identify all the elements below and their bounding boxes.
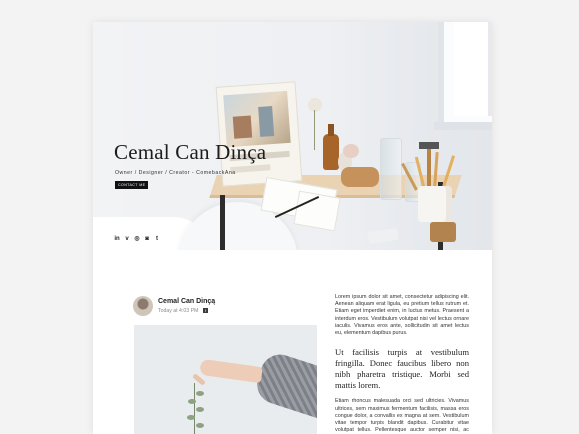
facebook-icon: f	[203, 308, 208, 313]
post-paragraph-1: Lorem ipsum dolor sit amet, consectetur …	[335, 294, 469, 337]
post-pullquote: Ut facilisis turpis at vestibulum fringi…	[335, 347, 469, 390]
glass-jar-image	[380, 138, 402, 200]
page-title: Cemal Can Dinça	[114, 140, 267, 164]
post-section: Cemal Can Dinçą Today at 4:03 PM f Lorem…	[93, 250, 492, 434]
linkedin-icon[interactable]: in	[114, 236, 120, 242]
contact-button[interactable]: CONTACT ME	[115, 181, 149, 189]
post-author: Cemal Can Dinçą Today at 4:03 PM f	[133, 296, 323, 320]
post-paragraph-2: Etiam rhoncus malesuada orci sed ultrici…	[335, 398, 469, 434]
instagram-icon[interactable]: ◙	[144, 236, 150, 242]
hero-banner: Cemal Can Dinça Owner / Designer / Creat…	[93, 22, 492, 250]
post-image	[134, 325, 317, 434]
avatar[interactable]	[133, 296, 153, 316]
amber-bottle-image	[323, 124, 339, 170]
portfolio-page: Cemal Can Dinça Owner / Designer / Creat…	[93, 22, 492, 434]
window-image	[434, 22, 492, 130]
social-links: in v ◎ ◙ t	[114, 236, 160, 242]
post-timestamp: Today at 4:03 PM	[158, 308, 199, 314]
whatsapp-icon[interactable]: ◎	[134, 236, 140, 242]
pencil-cup-image	[418, 186, 452, 222]
post-text: Lorem ipsum dolor sit amet, consectetur …	[335, 294, 469, 434]
tumblr-icon[interactable]: t	[154, 236, 160, 242]
vimeo-icon[interactable]: v	[124, 236, 130, 242]
hero-subtitle: Owner / Designer / Creator - ComebackAna	[115, 170, 236, 176]
author-name[interactable]: Cemal Can Dinçą	[158, 298, 215, 305]
